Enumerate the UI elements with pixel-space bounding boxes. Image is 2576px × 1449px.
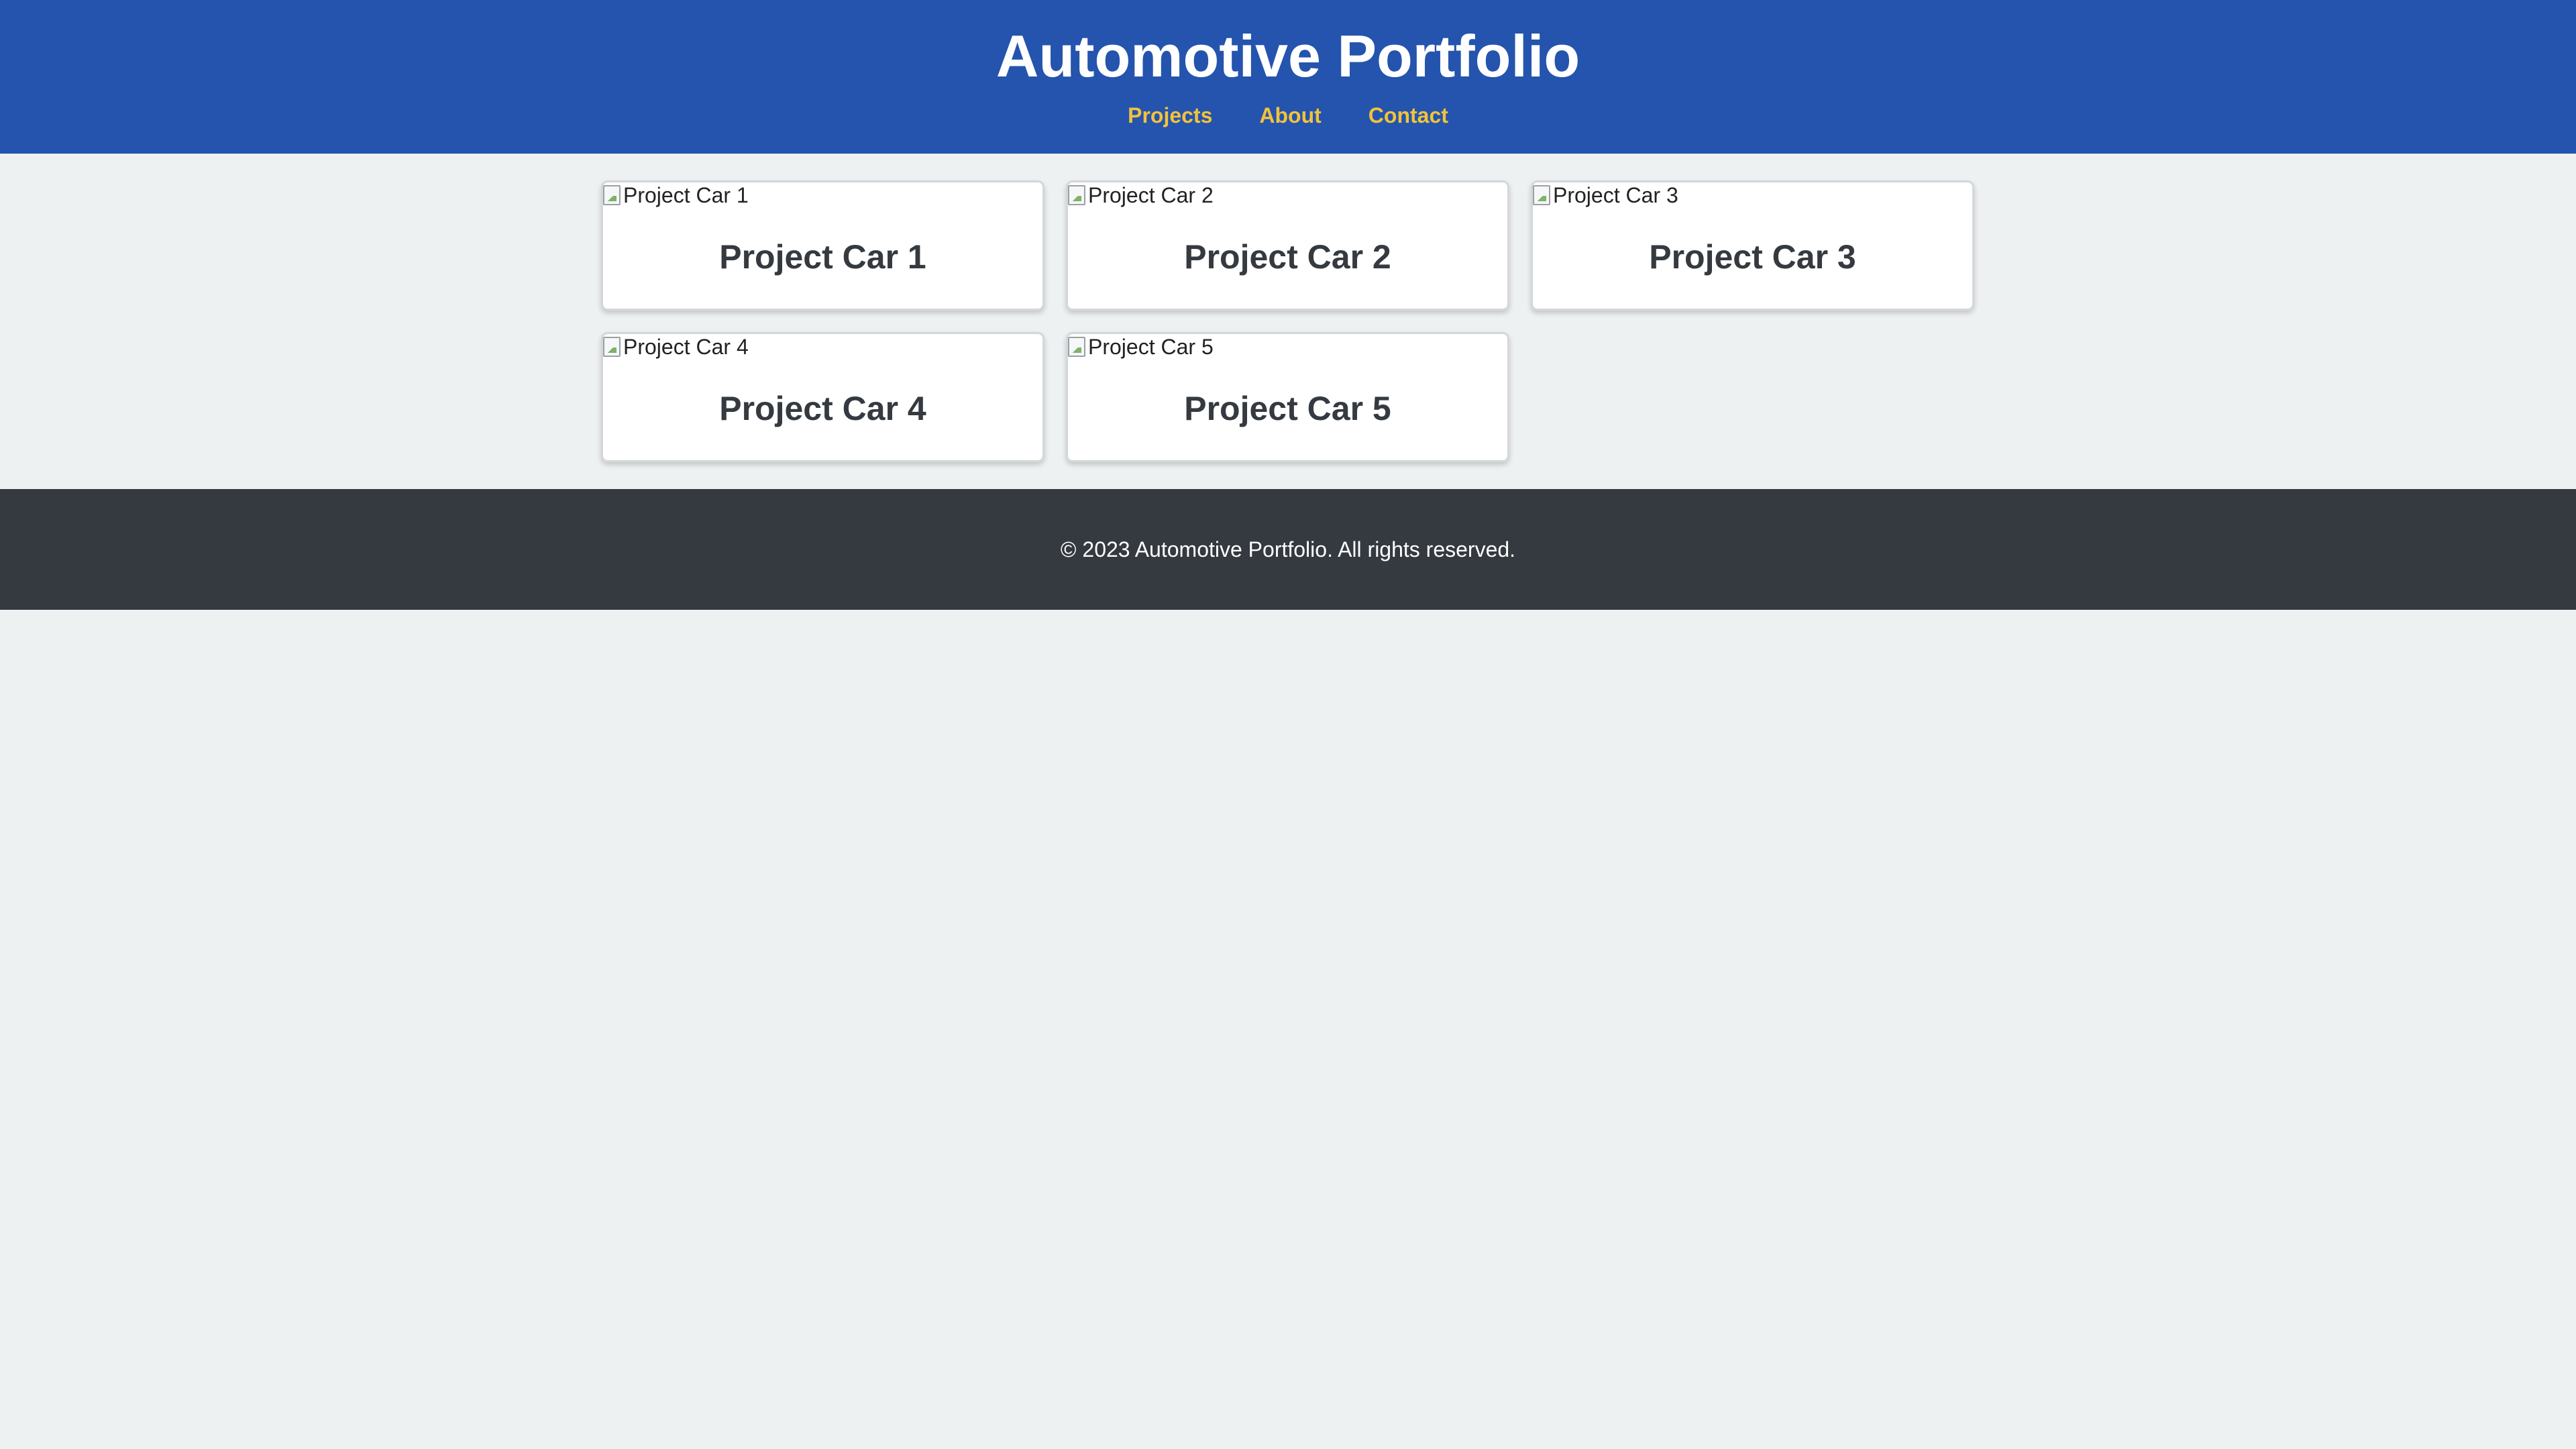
nav-link-projects[interactable]: Projects (1128, 103, 1212, 128)
site-title: Automotive Portfolio (996, 23, 1580, 89)
broken-image-icon (1068, 337, 1085, 357)
project-card-image-alt-text: Project Car 4 (623, 335, 749, 359)
project-card-title: Project Car 3 (1649, 238, 1856, 276)
project-card[interactable]: Project Car 2 Project Car 2 (1066, 180, 1509, 311)
broken-image-icon (603, 337, 621, 357)
project-card-title: Project Car 5 (1184, 390, 1391, 427)
broken-image-icon (1068, 185, 1085, 205)
project-card-image-alt-text: Project Car 1 (623, 183, 749, 207)
broken-image-icon (603, 185, 621, 205)
project-card-title: Project Car 4 (719, 390, 926, 427)
project-card-title: Project Car 2 (1184, 238, 1391, 276)
project-card-image-alt-text: Project Car 3 (1553, 183, 1678, 207)
project-card[interactable]: Project Car 1 Project Car 1 (601, 180, 1044, 311)
main-nav: Projects About Contact (0, 103, 2576, 128)
project-card-image: Project Car 2 (1068, 182, 1507, 208)
project-card-image: Project Car 5 (1068, 334, 1507, 360)
project-card-image-alt-text: Project Car 2 (1088, 183, 1214, 207)
project-card-title: Project Car 1 (719, 238, 926, 276)
project-card-image-alt-text: Project Car 5 (1088, 335, 1214, 359)
project-card[interactable]: Project Car 5 Project Car 5 (1066, 332, 1509, 462)
site-footer: © 2023 Automotive Portfolio. All rights … (0, 489, 2576, 610)
project-card-image: Project Car 3 (1533, 182, 1972, 208)
site-header: Automotive Portfolio Projects About Cont… (0, 0, 2576, 154)
project-card-image: Project Car 4 (603, 334, 1042, 360)
project-card[interactable]: Project Car 4 Project Car 4 (601, 332, 1044, 462)
project-card-image: Project Car 1 (603, 182, 1042, 208)
nav-link-contact[interactable]: Contact (1368, 103, 1448, 128)
broken-image-icon (1533, 185, 1550, 205)
project-grid: Project Car 1 Project Car 1 Project Car … (601, 180, 1975, 489)
nav-link-about[interactable]: About (1259, 103, 1321, 128)
project-card[interactable]: Project Car 3 Project Car 3 (1531, 180, 1974, 311)
footer-copyright: © 2023 Automotive Portfolio. All rights … (1060, 537, 1516, 561)
